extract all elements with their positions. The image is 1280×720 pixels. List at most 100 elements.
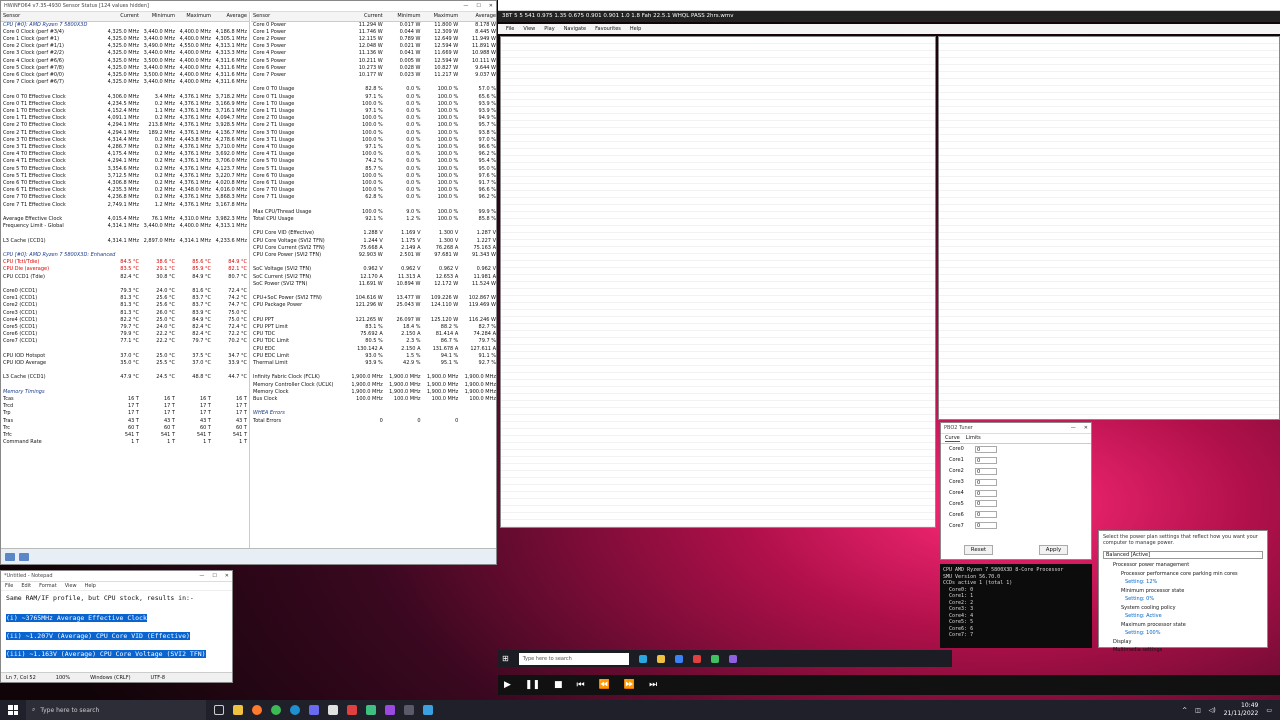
sensor-row[interactable]: Core 7 T1 Effective Clock 2,749.1 MHz 1.2 … [1,202,249,209]
sensor-row[interactable]: Command Rate 1 T 1 T 1 T 1 T [1,439,249,446]
sensor-row[interactable]: Core 5 Clock (perf #7/8) 4,325.0 MHz 3,440… [1,65,249,72]
sensor-row[interactable]: Core 7 Power 10.177 W 0.023 W 11.217 W 9.037… [251,72,496,79]
sensor-row[interactable]: Core 3 T1 Effective Clock 4,286.7 MHz 0.2 … [1,144,249,151]
sensor-row[interactable]: Core 7 T0 Effective Clock 4,236.8 MHz 0.2 … [1,194,249,201]
network-icon[interactable]: ◫ [1195,707,1201,714]
power-setting-item[interactable]: Processor power management [1099,561,1267,570]
sensor-row[interactable]: CPU PPT Limit 83.1 % 18.4 % 88.2 % 82.7 % [251,324,496,331]
play-icon[interactable]: ▶ [504,680,511,690]
column-header[interactable]: Average [213,12,249,22]
column-header[interactable]: Minimum [141,12,177,22]
power-setting-value[interactable]: Setting: Active [1099,612,1267,621]
sensor-row[interactable]: Core 1 Clock (perf #1) 4,325.0 MHz 3,440.0… [1,36,249,43]
sensor-row[interactable]: Core 0 T1 Usage 97.1 % 0.0 % 100.0 % 65.6 % [251,94,496,101]
menu-item[interactable]: Format [39,583,57,589]
sensor-row[interactable]: CPU Core Current (SVI2 TFN) 75.668 A 2.149… [251,245,496,252]
sensor-row[interactable]: Core 4 Clock (perf #6/6) 4,325.0 MHz 3,500… [1,58,249,65]
menu-item[interactable]: Help [85,583,96,589]
hwinfo-window[interactable]: HWiNFO64 v7.35-4930 Sensor Status [124 v… [0,0,497,565]
start-button[interactable] [0,700,26,720]
sensor-row[interactable] [251,223,496,230]
sensor-row[interactable]: Core 4 Power 11.136 W 0.041 W 11.669 W 10.98… [251,50,496,57]
sensor-row[interactable]: CPU Core Power (SVI2 TFN) 92.903 W 2.501 W… [251,252,496,259]
task-view-icon[interactable] [214,705,224,715]
sensor-row[interactable]: CPU Die (average) 83.5 °C 29.1 °C 85.9 °C 82… [1,266,249,273]
menu-item[interactable]: Edit [21,583,31,589]
sensor-row[interactable]: Total Errors 0 0 0 [251,418,496,425]
rewind-icon[interactable]: ⏪ [599,680,610,690]
sensor-row[interactable]: Core 1 T0 Usage 100.0 % 0.0 % 100.0 % 93.9 % [251,101,496,108]
sensor-row[interactable]: CPU EDC Limit 93.0 % 1.5 % 94.1 % 91.1 % [251,353,496,360]
sensor-row[interactable]: Bus Clock 100.0 MHz 100.0 MHz 100.0 MHz 100.… [251,396,496,403]
column-header[interactable]: Maximum [422,12,461,22]
taskbar-search[interactable]: ⌕ Type here to search [26,700,206,720]
sensor-row[interactable]: Memory Clock 1,900.0 MHz 1,900.0 MHz 1,900.… [251,389,496,396]
sensor-row[interactable] [1,382,249,389]
core-offset-input[interactable]: 0 [975,456,997,464]
column-header[interactable]: Minimum [384,12,423,22]
chrome-icon[interactable] [271,705,281,715]
power-setting-item[interactable]: Multimedia settings [1099,646,1267,655]
sensor-row[interactable]: CPU (Tctl/Tdie) 84.5 °C 38.6 °C 85.6 °C 84.9… [1,259,249,266]
power-setting-value[interactable]: Setting: 0% [1099,595,1267,604]
sensor-row[interactable] [251,79,496,86]
sensor-row[interactable] [251,288,496,295]
pbo2-titlebar[interactable]: PBO2 Tuner — ✕ [941,423,1091,434]
sensor-row[interactable]: CPU PPT 121.265 W 26.097 W 125.120 W 116.246… [251,317,496,324]
core-offset-input[interactable]: 0 [975,467,997,475]
edge-icon[interactable] [290,705,300,715]
sensor-row[interactable]: CPU CCD1 (Tdie) 82.4 °C 30.8 °C 84.9 °C 80.7… [1,274,249,281]
maximize-icon[interactable]: ☐ [476,3,480,9]
sensor-row[interactable]: Trc 60 T 60 T 60 T 60 T [1,425,249,432]
power-setting-item[interactable]: Minimum processor state [1099,587,1267,596]
sensor-row[interactable]: Core6 (CCD1) 79.9 °C 22.2 °C 82.4 °C 72.2 °C [1,331,249,338]
column-header[interactable]: Average [460,12,496,22]
sensor-row[interactable]: Core 4 T1 Usage 100.0 % 0.0 % 100.0 % 96.2 % [251,151,496,158]
sensor-row[interactable]: Core 6 T0 Usage 100.0 % 0.0 % 100.0 % 97.6 % [251,173,496,180]
core-offset-input[interactable]: 0 [975,522,997,530]
sensor-row[interactable] [1,86,249,93]
core-offset-input[interactable]: 0 [975,500,997,508]
app-icon[interactable] [385,705,395,715]
app-icon[interactable] [366,705,376,715]
sensor-row[interactable]: Core 4 T1 Effective Clock 4,294.1 MHz 0.2 … [1,158,249,165]
sensor-pane-right[interactable]: Sensor Current Minimum Maximum Average Core … [251,12,496,548]
stop-icon[interactable]: ■ [554,680,563,690]
sensor-row[interactable] [251,367,496,374]
sensor-row[interactable]: Core 5 Power 10.211 W 0.005 W 12.594 W 10.11… [251,58,496,65]
maximize-icon[interactable]: ☐ [212,573,216,579]
sensor-row[interactable] [251,310,496,317]
sensor-row[interactable]: Core 2 T1 Usage 100.0 % 0.0 % 100.0 % 95.7 % [251,122,496,129]
core-offset-input[interactable]: 0 [975,445,997,453]
app-icon[interactable] [404,705,414,715]
sensor-row[interactable]: Average Effective Clock 4,015.4 MHz 76.1 M… [1,216,249,223]
sensor-pane-left[interactable]: Sensor Current Minimum Maximum Average CPU [… [1,12,250,548]
sensor-row[interactable]: Core1 (CCD1) 81.3 °C 25.6 °C 83.7 °C 74.2 °C [1,295,249,302]
sensor-row[interactable]: Core 5 T1 Usage 85.7 % 0.0 % 100.0 % 95.0 % [251,166,496,173]
sensor-row[interactable]: Core 1 T0 Effective Clock 4,152.4 MHz 1.1 … [1,108,249,115]
sensor-row[interactable]: Core 4 T0 Usage 97.1 % 0.0 % 100.0 % 96.6 % [251,144,496,151]
sensor-row[interactable] [251,259,496,266]
sensor-row[interactable]: Tcas 16 T 16 T 16 T 16 T [1,396,249,403]
sensor-row[interactable]: CPU Package Power 121.296 W 25.043 W 124.11… [251,302,496,309]
video-titlebar[interactable] [498,0,1280,11]
column-header[interactable]: Sensor [251,12,347,22]
sensor-row[interactable]: Core 0 Power 11.294 W 0.017 W 11.800 W 8.178… [251,21,496,29]
previous-icon[interactable]: ⏮ [577,680,585,690]
sensor-row[interactable]: Core 4 T0 Effective Clock 4,175.4 MHz 0.2 … [1,151,249,158]
sensor-row[interactable]: Core3 (CCD1) 81.3 °C 26.0 °C 83.9 °C 75.0 °C [1,310,249,317]
sensor-row[interactable] [1,281,249,288]
sensor-row[interactable]: L3 Cache (CCD1) 4,314.1 MHz 2,897.0 MHz 4,3… [1,238,249,245]
sensor-row[interactable]: Core 2 Clock (perf #1/1) 4,325.0 MHz 3,490… [1,43,249,50]
sensor-row[interactable]: Memory Controller Clock (UCLK) 1,900.0 MH… [251,382,496,389]
close-icon[interactable]: ✕ [489,3,493,9]
minimize-icon[interactable]: — [463,3,468,9]
sensor-row[interactable]: Core 2 Power 12.115 W 0.789 W 12.649 W 11.94… [251,36,496,43]
sensor-row[interactable]: CPU Core Voltage (SVI2 TFN) 1.244 V 1.175 … [251,238,496,245]
menu-item[interactable]: View [65,583,77,589]
next-icon[interactable]: ⏭ [649,680,657,690]
notification-icon[interactable]: ▭ [1266,707,1272,714]
tab-curve[interactable]: Curve [945,435,960,442]
sensor-row[interactable]: CPU+SoC Power (SVI2 TFN) 104.616 W 13.477 … [251,295,496,302]
sensor-row[interactable]: Core 0 Clock (perf #3/4) 4,325.0 MHz 3,440… [1,29,249,36]
